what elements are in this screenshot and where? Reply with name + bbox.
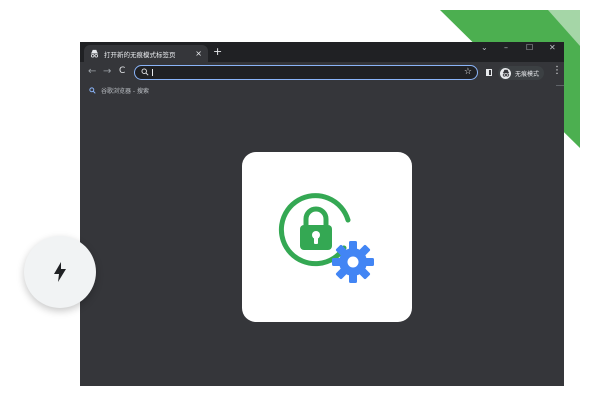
reload-button[interactable]: C <box>119 67 125 76</box>
browser-menu-button[interactable]: ⋮ <box>552 66 562 76</box>
bookmarks-bar: 谷歌浏览器 - 搜索 <box>80 84 564 98</box>
minimize-button[interactable]: – <box>504 44 508 52</box>
incognito-profile-button[interactable]: 无痕模式 <box>498 66 544 80</box>
new-tab-button[interactable]: + <box>213 46 222 57</box>
search-icon <box>141 68 149 76</box>
incognito-icon <box>90 49 99 58</box>
address-bar[interactable]: ☆ <box>134 65 478 80</box>
tab-strip: 打开新的无痕模式标签页 × + ⌄ – ☐ ✕ <box>80 42 564 62</box>
feature-card <box>242 152 412 322</box>
tab-incognito[interactable]: 打开新的无痕模式标签页 × <box>84 45 208 62</box>
text-caret <box>152 69 153 76</box>
toolbar: ← → C ☆ 无痕模式 ⋮ <box>80 62 564 84</box>
maximize-button[interactable]: ☐ <box>526 44 533 52</box>
bookmark-item[interactable]: 谷歌浏览器 - 搜索 <box>89 86 149 95</box>
search-icon <box>89 87 96 94</box>
bookmark-label: 谷歌浏览器 - 搜索 <box>101 88 149 95</box>
tab-close-button[interactable]: × <box>195 49 202 58</box>
lightning-bolt-icon <box>54 262 66 282</box>
back-button[interactable]: ← <box>88 67 96 77</box>
side-panel-button[interactable] <box>486 69 492 76</box>
incognito-label: 无痕模式 <box>515 70 540 78</box>
tab-search-chevron-icon[interactable]: ⌄ <box>481 44 488 52</box>
lock-with-gear-icon <box>278 193 374 283</box>
incognito-avatar-icon <box>500 67 511 79</box>
tab-title: 打开新的无痕模式标签页 <box>104 50 176 59</box>
quick-action-button[interactable] <box>24 236 96 308</box>
bookmarks-bar-divider <box>556 85 564 86</box>
forward-button[interactable]: → <box>103 67 111 77</box>
bookmark-star-button[interactable]: ☆ <box>464 66 472 79</box>
close-window-button[interactable]: ✕ <box>549 44 556 52</box>
